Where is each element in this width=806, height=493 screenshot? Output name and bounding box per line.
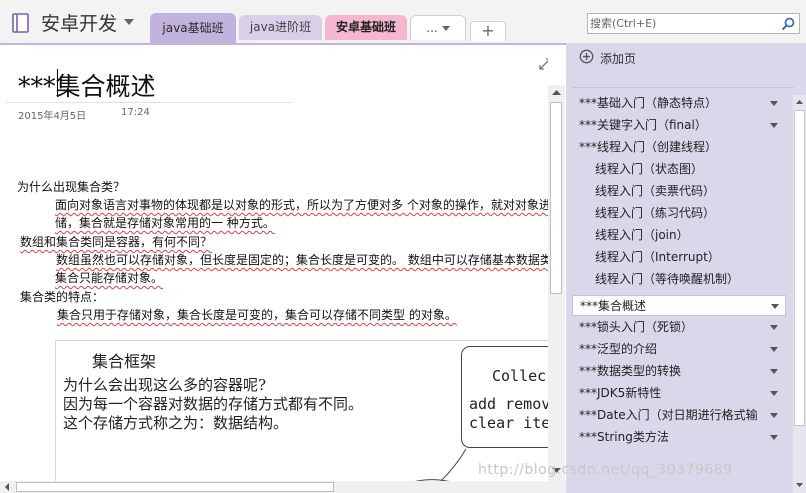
page-list-item-label: 线程入门（Interrupt） xyxy=(595,250,720,264)
note-line[interactable]: 集合只用于存储对象，集合长度是可变的，集合可以存储不同类型 的对象。 xyxy=(57,307,457,323)
note-line[interactable]: 集合只能存储对象。 xyxy=(55,270,163,286)
scrollbar-thumb[interactable] xyxy=(550,102,562,294)
pages-pane: 添加页 ***基础入门（静态特点） ***关键字入门（final） ***线程入门（… xyxy=(566,43,806,493)
page-list-item-label: ***String类方法 xyxy=(579,430,669,444)
page-list-item[interactable]: ***泛型的介绍 xyxy=(572,339,786,360)
scroll-up-icon[interactable] xyxy=(548,85,565,101)
watermark: http://blog.csdn.net/qq_30379689 xyxy=(478,462,733,478)
page-list-item[interactable]: 线程入门（Interrupt） xyxy=(572,247,786,268)
page-list-item-label: 线程入门（等待唤醒机制） xyxy=(595,272,740,286)
page-list-item[interactable]: ***数据类型的转换 xyxy=(572,361,786,382)
page-list-item[interactable]: 线程入门（等待唤醒机制） xyxy=(572,269,786,290)
notebook-icon[interactable] xyxy=(11,13,30,33)
page-list-item[interactable]: ***Date入门（对日期进行格式输 xyxy=(572,405,786,426)
scrollbar-thumb[interactable] xyxy=(794,110,805,426)
text-cursor xyxy=(57,69,58,97)
diagram-connector-lines xyxy=(415,448,467,481)
note-line[interactable]: 面向对象语言对事物的体现都是以对象的形式，所以为了方便对多 个对象的操作，就对对… xyxy=(55,197,548,213)
tab-java-basics[interactable]: java基础班 xyxy=(150,13,236,43)
add-section-button[interactable]: + xyxy=(470,21,506,41)
embedded-image[interactable]: 集合框架 为什么会出现这么多的容器呢? 因为每一个容器对数据的存储方式都有不同。… xyxy=(55,340,548,481)
tab-android-basics[interactable]: 安卓基础班 xyxy=(325,15,407,40)
page-list-item-label: ***基础入门（静态特点） xyxy=(579,96,718,110)
page-list-item-label: ***泛型的介绍 xyxy=(579,342,658,356)
page-list-item[interactable]: 线程入门（join） xyxy=(572,225,786,246)
add-page-label: 添加页 xyxy=(600,52,637,66)
page-list-item-label: 线程入门（状态图） xyxy=(595,162,704,176)
page-list-item-label: ***线程入门（创建线程） xyxy=(579,140,718,154)
page-list-item[interactable]: ***集合概述 xyxy=(572,295,786,316)
more-sections-label: ... xyxy=(426,21,438,35)
page-list-item-label: ***关键字入门（final） xyxy=(579,118,707,132)
add-page-button[interactable]: 添加页 xyxy=(566,43,806,73)
page-horizontal-scrollbar[interactable] xyxy=(0,481,566,493)
note-line[interactable]: 数组虽然也可以存储对象，但长度是固定的；集合长度是可变的。 数组中可以存储基本数… xyxy=(56,252,548,268)
note-line[interactable]: 储，集合就是存储对象常用的一 种方式。 xyxy=(55,215,275,231)
chevron-down-icon[interactable] xyxy=(770,413,778,418)
page-list-item-label: ***数据类型的转换 xyxy=(579,364,682,378)
title-divider xyxy=(6,102,293,103)
page-list-item-label: ***集合概述 xyxy=(580,299,647,313)
chevron-down-icon[interactable] xyxy=(770,369,778,374)
search-box[interactable] xyxy=(587,13,800,34)
page-canvas[interactable]: ***集合概述 2015年4月5日 17:24 为什么出现集合类？ 面向对象语言… xyxy=(0,45,548,481)
page-list-item[interactable]: ***基础入门（静态特点） xyxy=(572,93,786,114)
page-list-item[interactable]: ***锁头入门（死锁） xyxy=(572,317,786,338)
scroll-left-icon[interactable] xyxy=(2,482,12,492)
chevron-down-icon[interactable] xyxy=(770,325,778,330)
divider xyxy=(572,87,794,88)
chevron-down-icon[interactable] xyxy=(770,123,778,128)
page-list-item-label: ***锁头入门（死锁） xyxy=(579,320,694,334)
search-icon[interactable] xyxy=(780,16,796,32)
page-list-item[interactable]: ***String类方法 xyxy=(572,427,786,448)
scrollbar-thumb[interactable] xyxy=(16,482,334,492)
more-sections-tab[interactable]: ... xyxy=(410,15,466,40)
scroll-up-icon[interactable] xyxy=(794,96,805,108)
notebook-name[interactable]: 安卓开发 xyxy=(41,12,117,36)
page-list-item[interactable]: ***JDK5新特性 xyxy=(572,383,786,404)
page-list-item-label: 线程入门（练习代码） xyxy=(595,206,716,220)
note-line[interactable]: 集合类的特点： xyxy=(20,289,104,305)
pages-scrollbar[interactable] xyxy=(793,95,806,493)
chevron-down-icon[interactable] xyxy=(770,391,778,396)
page-list-item-label: ***Date入门（对日期进行格式输 xyxy=(579,408,758,422)
scroll-down-icon[interactable] xyxy=(794,479,805,491)
search-input[interactable] xyxy=(590,16,770,31)
notebook-header: 安卓开发 java基础班 java进阶班 安卓基础班 ... + xyxy=(0,0,806,43)
page-list-item[interactable]: 线程入门（卖票代码） xyxy=(572,181,786,202)
page-list-item[interactable]: 线程入门（状态图） xyxy=(572,159,786,180)
page-list-item-label: ***JDK5新特性 xyxy=(579,386,662,400)
page-vertical-scrollbar[interactable] xyxy=(548,85,565,481)
note-line[interactable]: 为什么出现集合类？ xyxy=(17,179,125,195)
page-list-item[interactable]: ***关键字入门（final） xyxy=(572,115,786,136)
page-list-item[interactable]: ***线程入门（创建线程） xyxy=(572,137,786,158)
expand-icon[interactable] xyxy=(538,57,548,71)
page-time: 17:24 xyxy=(121,107,150,118)
page-list-item-label: 线程入门（join） xyxy=(595,228,689,242)
tab-java-advanced[interactable]: java进阶班 xyxy=(239,15,322,40)
page-title[interactable]: ***集合概述 xyxy=(18,67,156,103)
page-date: 2015年4月5日 xyxy=(18,111,87,122)
chevron-down-icon[interactable] xyxy=(770,435,778,440)
chevron-down-icon[interactable] xyxy=(770,101,778,106)
chevron-down-icon[interactable] xyxy=(124,19,134,25)
add-circle-icon xyxy=(579,49,594,64)
page-list-item[interactable]: 线程入门（练习代码） xyxy=(572,203,786,224)
page-list-item-label: 线程入门（卖票代码） xyxy=(595,184,716,198)
chevron-down-icon[interactable] xyxy=(770,347,778,352)
chevron-down-icon[interactable] xyxy=(771,304,779,309)
chevron-down-icon xyxy=(441,26,450,31)
note-line[interactable]: 数组和集合类同是容器，有何不同？ xyxy=(20,234,212,250)
